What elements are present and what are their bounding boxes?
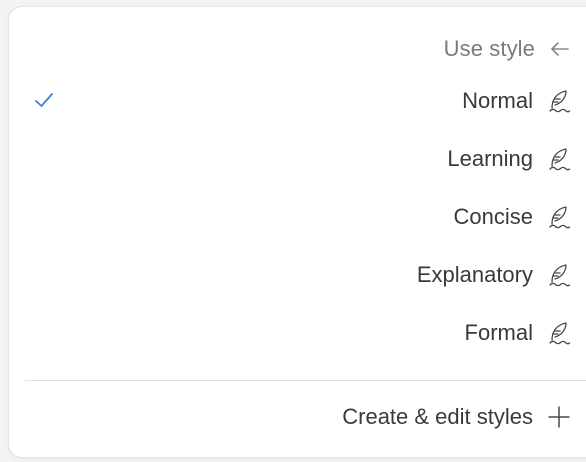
create-edit-styles-button[interactable]: Create & edit styles [342, 393, 571, 441]
style-option-label: Explanatory [416, 262, 533, 287]
use-style-label: Use style [443, 36, 535, 61]
style-menu: Use style Normal Learning Concise Explan… [8, 6, 586, 458]
arrow-left-icon [549, 38, 571, 60]
style-option-normal[interactable]: Normal [23, 77, 571, 125]
feather-icon [547, 146, 571, 172]
style-option-learning[interactable]: Learning [23, 135, 571, 183]
create-edit-styles-label: Create & edit styles [342, 404, 533, 429]
style-option-label: Formal [464, 320, 533, 345]
style-option-concise[interactable]: Concise [23, 193, 571, 241]
feather-icon [547, 88, 571, 114]
use-style-back-button[interactable]: Use style [444, 29, 571, 69]
style-option-label: Concise [453, 204, 533, 229]
style-option-label: Normal [462, 88, 533, 113]
style-option-formal[interactable]: Formal [23, 309, 571, 357]
menu-divider [25, 380, 586, 381]
feather-icon [547, 262, 571, 288]
style-option-explanatory[interactable]: Explanatory [23, 251, 571, 299]
feather-icon [547, 320, 571, 346]
feather-icon [547, 204, 571, 230]
selected-check-icon [33, 89, 55, 116]
style-option-label: Learning [447, 146, 533, 171]
plus-icon [547, 405, 571, 429]
